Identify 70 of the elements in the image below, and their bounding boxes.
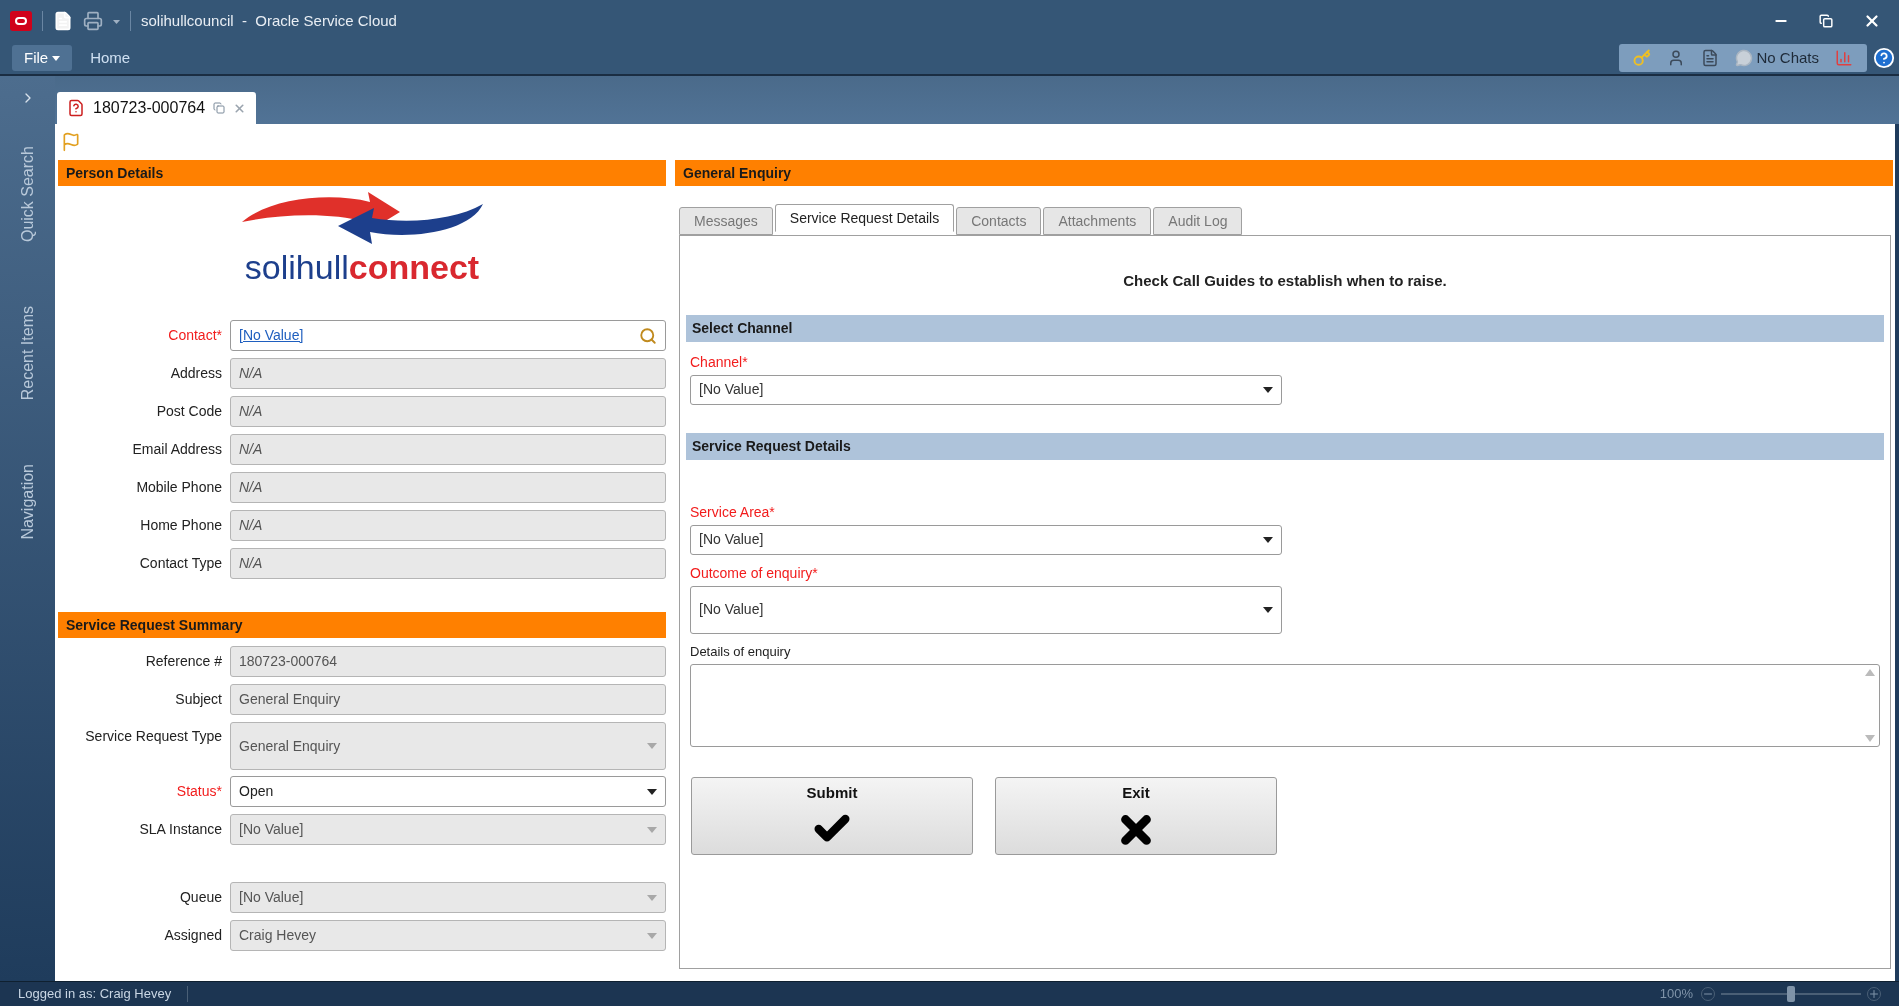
pop-out-icon[interactable] bbox=[213, 102, 226, 114]
window-title: solihullcouncil - Oracle Service Cloud bbox=[141, 10, 397, 31]
slider-thumb[interactable] bbox=[1787, 986, 1795, 1002]
restore-icon[interactable] bbox=[1819, 14, 1833, 28]
field-label: Mobile Phone bbox=[136, 478, 222, 497]
details-text-area[interactable] bbox=[690, 664, 1880, 747]
chat-bubble-icon[interactable] bbox=[1735, 49, 1754, 67]
zoom-level: 100% bbox=[1659, 985, 1693, 1004]
zoom-in-icon[interactable] bbox=[1867, 987, 1881, 1001]
field-label: SLA Instance bbox=[139, 820, 222, 839]
document-icon[interactable] bbox=[1701, 49, 1720, 67]
help-icon[interactable] bbox=[1873, 47, 1895, 69]
tab[interactable]: Contacts bbox=[956, 207, 1042, 235]
dropdown-field[interactable]: [No Value] bbox=[690, 524, 1282, 555]
field-label: Details of enquiry bbox=[690, 642, 792, 661]
section-header: Service Request Details bbox=[686, 432, 1884, 460]
field-label: Home Phone bbox=[140, 516, 222, 535]
submit-button[interactable]: Submit bbox=[691, 777, 973, 855]
tab[interactable]: Audit Log bbox=[1153, 207, 1243, 235]
flag-icon[interactable] bbox=[61, 132, 81, 152]
field-label: Post Code bbox=[156, 402, 222, 421]
field-label: Address bbox=[170, 364, 222, 383]
field-label: Contact Type bbox=[139, 554, 222, 573]
field-label: Outcome of enquiry* bbox=[690, 563, 819, 583]
sidebar-tab[interactable]: Quick Search bbox=[15, 146, 40, 243]
sidebar-tab[interactable]: Navigation bbox=[15, 464, 40, 540]
field-label: Email Address bbox=[132, 440, 222, 459]
home-tab[interactable]: Home bbox=[72, 45, 149, 71]
document-tab[interactable]: 180723-000764 bbox=[57, 92, 257, 124]
field-label: Subject bbox=[175, 690, 222, 709]
tab[interactable]: Service Request Details bbox=[774, 204, 955, 232]
close-icon[interactable] bbox=[1863, 12, 1881, 30]
logo-text: solihull bbox=[244, 248, 349, 286]
file-menu-button[interactable]: File bbox=[12, 45, 73, 71]
zoom-slider[interactable] bbox=[1721, 986, 1861, 1002]
search-icon[interactable] bbox=[639, 326, 657, 345]
field-label: Service Area* bbox=[690, 502, 776, 522]
section-header: General Enquiry bbox=[675, 160, 1893, 186]
field-label: Status* bbox=[176, 782, 222, 801]
section-header: Person Details bbox=[58, 160, 666, 186]
field-label: Contact* bbox=[168, 326, 222, 345]
print-icon[interactable] bbox=[83, 11, 103, 31]
dropdown-field[interactable]: [No Value] bbox=[690, 374, 1282, 405]
dropdown-field[interactable]: Open bbox=[230, 776, 666, 807]
app-logo-icon[interactable] bbox=[10, 11, 32, 31]
dropdown-caret-icon[interactable] bbox=[1263, 536, 1273, 543]
field-label: Reference # bbox=[145, 652, 222, 671]
logo-text: connect bbox=[348, 248, 480, 286]
exit-button[interactable]: Exit bbox=[995, 777, 1277, 855]
sidebar-tab[interactable]: Recent Items bbox=[15, 306, 40, 401]
chat-status: No Chats bbox=[1756, 47, 1819, 68]
tab[interactable]: Attachments bbox=[1043, 207, 1152, 235]
new-document-icon[interactable] bbox=[53, 11, 73, 31]
logged-in-user: Logged in as: Craig Hevey bbox=[18, 985, 172, 1004]
contact-field[interactable]: [No Value] bbox=[230, 320, 666, 351]
scroll-down-icon[interactable] bbox=[1865, 735, 1875, 742]
field-label: Channel* bbox=[690, 352, 749, 372]
notice-text: Check Call Guides to establish when to raise. bbox=[1122, 271, 1448, 291]
field-label: Queue bbox=[179, 888, 222, 907]
section-header: Select Channel bbox=[686, 314, 1884, 342]
field-label: Service Request Type bbox=[85, 727, 222, 746]
dropdown-caret-icon[interactable] bbox=[1263, 386, 1273, 393]
dropdown-field[interactable]: [No Value] bbox=[690, 585, 1282, 634]
dropdown-caret-icon[interactable] bbox=[1263, 606, 1273, 613]
dropdown-caret-icon[interactable] bbox=[647, 788, 657, 795]
contact-link[interactable]: [No Value] bbox=[239, 325, 304, 346]
tab[interactable]: Messages bbox=[679, 207, 773, 235]
field-label: Assigned bbox=[164, 926, 222, 945]
section-header: Service Request Summary bbox=[58, 612, 666, 638]
scroll-up-icon[interactable] bbox=[1865, 669, 1875, 676]
